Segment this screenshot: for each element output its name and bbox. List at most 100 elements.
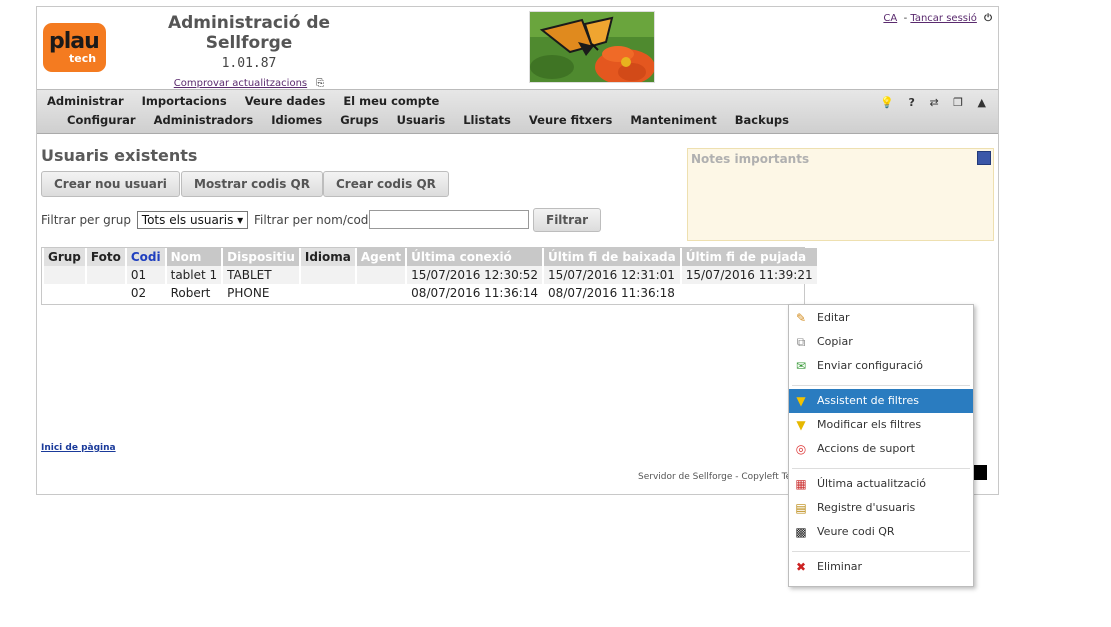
logo: plau tech: [43, 23, 106, 72]
table-cell: 08/07/2016 11:36:14: [411, 286, 539, 300]
help-icon[interactable]: ?: [909, 96, 915, 109]
menu-item[interactable]: Usuaris: [397, 113, 446, 127]
table-cell: [86, 266, 125, 284]
page-title: Administració de Sellforge: [167, 13, 331, 53]
table-cell: [301, 284, 355, 302]
menu-item[interactable]: Backups: [735, 113, 789, 127]
context-item-user-log[interactable]: ▤ Registre d'usuaris: [789, 496, 973, 520]
lightbulb-icon[interactable]: 💡: [880, 96, 894, 109]
table-cell: [44, 266, 85, 284]
menu-item[interactable]: El meu compte: [343, 94, 439, 108]
window-icon[interactable]: ❐: [953, 96, 963, 109]
filter-button[interactable]: Filtrar: [533, 208, 602, 232]
copy-icon: ⧉: [796, 335, 806, 349]
table-cell: [357, 284, 405, 302]
page-top-link[interactable]: Inici de pàgina: [41, 443, 116, 453]
menu-item[interactable]: Configurar: [67, 113, 136, 127]
context-item-modify-filters[interactable]: ▼ Modificar els filtres: [789, 413, 973, 437]
context-item-label: Assistent de filtres: [817, 394, 919, 407]
column-header[interactable]: Grup: [44, 248, 85, 266]
column-header[interactable]: Última conexió: [407, 248, 543, 266]
table-cell: tablet 1: [166, 266, 222, 284]
menu-item[interactable]: Veure fitxers: [529, 113, 613, 127]
menu-item[interactable]: Importacions: [142, 94, 227, 108]
table-cell: TABLET: [223, 266, 299, 284]
language-link[interactable]: CA: [883, 13, 897, 24]
notes-panel[interactable]: Notes importants: [687, 148, 994, 241]
logo-text-top: plau: [49, 29, 100, 54]
context-menu: ✎ Editar ⧉ Copiar ✉ Enviar configuració …: [788, 304, 974, 587]
table-cell: Robert: [170, 286, 211, 300]
show-qr-button[interactable]: Mostrar codis QR: [181, 171, 323, 197]
column-header[interactable]: Dispositiu: [223, 248, 299, 266]
separator: -: [900, 13, 911, 24]
table-cell: PHONE: [227, 286, 270, 300]
menu-item[interactable]: Idiomes: [271, 113, 322, 127]
swap-icon[interactable]: ⇄: [929, 96, 938, 109]
context-item-label: Copiar: [817, 335, 853, 348]
column-header[interactable]: Codi: [126, 248, 165, 266]
log-icon: ▤: [795, 501, 807, 515]
send-config-icon: ✉: [795, 359, 807, 373]
save-icon[interactable]: [977, 151, 991, 165]
collapse-icon[interactable]: ▲: [978, 96, 986, 109]
check-updates-link[interactable]: Comprovar actualitzacions: [174, 78, 307, 89]
context-item-label: Última actualització: [817, 477, 927, 490]
table-cell: [44, 284, 85, 302]
table-cell: 15/07/2016 12:30:52: [407, 266, 543, 284]
context-item-label: Eliminar: [817, 560, 863, 573]
menu-item[interactable]: Administrar: [47, 94, 124, 108]
version-label: 1.01.87: [221, 56, 277, 71]
menu-item[interactable]: Grups: [340, 113, 378, 127]
qr-icon: ▩: [795, 525, 807, 539]
table-cell: [87, 284, 125, 302]
context-item-qr[interactable]: ▩ Veure codi QR: [789, 520, 973, 544]
logout-link[interactable]: Tancar sessió: [910, 13, 977, 24]
create-qr-button[interactable]: Crear codis QR: [323, 171, 449, 197]
filter-icon: ▼: [796, 394, 806, 408]
filter-group-label: Filtrar per grup: [41, 213, 131, 227]
create-user-button[interactable]: Crear nou usuari: [41, 171, 180, 197]
logo-text-bottom: tech: [69, 52, 97, 65]
context-item-filter-wizard[interactable]: ▼ Assistent de filtres: [789, 389, 973, 413]
table-row[interactable]: 02 Robert PHONE 08/07/2016 11:36:14 08/0…: [44, 284, 817, 302]
table-cell: 08/07/2016 11:36:18: [548, 286, 675, 300]
column-header[interactable]: Agent: [356, 248, 406, 266]
filter-name-input[interactable]: [369, 210, 529, 229]
menu-item[interactable]: Veure dades: [245, 94, 326, 108]
context-item-delete[interactable]: ✖ Eliminar: [789, 555, 973, 579]
context-item-label: Accions de suport: [817, 442, 915, 455]
table-row[interactable]: 01 tablet 1 TABLET 15/07/2016 12:30:52 1…: [44, 266, 817, 284]
context-item-label: Veure codi QR: [817, 525, 895, 538]
group-select[interactable]: Tots els usuaris ▾: [136, 211, 249, 229]
butterfly-image: [529, 11, 655, 83]
section-title: Usuaris existents: [41, 146, 198, 165]
context-item-label: Modificar els filtres: [817, 418, 922, 431]
menu-row-secondary: Configurar Administradors Idiomes Grups …: [67, 113, 803, 127]
title-block: Administració de Sellforge 1.01.87 Compr…: [139, 13, 359, 90]
filter-name-label: Filtrar per nom/codi: [254, 213, 372, 227]
pencil-icon: ✎: [795, 311, 807, 325]
column-header[interactable]: Foto: [86, 248, 125, 266]
column-header[interactable]: Idioma: [300, 248, 355, 266]
power-icon[interactable]: ⏻: [984, 13, 992, 24]
column-header[interactable]: Últim fi de pujada: [681, 248, 817, 266]
menu-item[interactable]: Manteniment: [630, 113, 716, 127]
context-item-label: Editar: [817, 311, 850, 324]
context-item-copy[interactable]: ⧉ Copiar: [789, 330, 973, 354]
calendar-icon: ▦: [795, 477, 807, 491]
context-item-last-update[interactable]: ▦ Última actualització: [789, 472, 973, 496]
delete-icon: ✖: [795, 560, 807, 574]
context-item-support[interactable]: ◎ Accions de suport: [789, 437, 973, 461]
menu-item[interactable]: Llistats: [463, 113, 511, 127]
column-header[interactable]: Nom: [166, 248, 222, 266]
column-header[interactable]: Últim fi de baixada: [544, 248, 680, 266]
table-cell: [300, 266, 355, 284]
context-item-send-config[interactable]: ✉ Enviar configuració: [789, 354, 973, 378]
context-item-label: Registre d'usuaris: [817, 501, 916, 514]
filter-row: Filtrar per grup Tots els usuaris ▾ Filt…: [41, 211, 372, 229]
menu-item[interactable]: Administradors: [154, 113, 254, 127]
context-item-edit[interactable]: ✎ Editar: [789, 306, 973, 330]
users-table: Grup Foto Codi Nom Dispositiu Idioma Age…: [41, 247, 817, 305]
table-cell: 01: [126, 266, 165, 284]
